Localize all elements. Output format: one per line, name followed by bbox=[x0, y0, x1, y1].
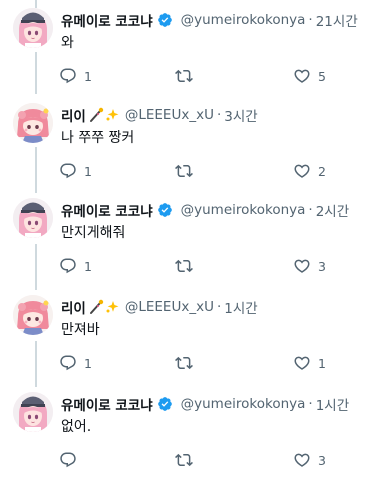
heart-icon bbox=[293, 354, 311, 372]
kokonya-avatar[interactable] bbox=[13, 8, 53, 48]
handle[interactable]: @yumeirokokonya bbox=[181, 202, 306, 218]
like-button[interactable]: 2 bbox=[293, 161, 326, 181]
separator-dot: · bbox=[216, 107, 222, 123]
kokonya-avatar[interactable] bbox=[13, 198, 53, 238]
tweet[interactable]: 유메이로 코코냐 @yumeirokokonya · 2시간 만지게해줘 1 3 bbox=[0, 198, 374, 293]
separator-dot: · bbox=[308, 202, 313, 218]
like-count: 2 bbox=[318, 163, 326, 179]
reply-icon bbox=[59, 354, 77, 372]
reply-button[interactable]: 1 bbox=[59, 66, 92, 86]
action-bar: 1 2 bbox=[55, 161, 374, 181]
riiyi-avatar[interactable] bbox=[13, 103, 53, 143]
like-button[interactable]: 1 bbox=[293, 353, 326, 373]
heart-icon bbox=[293, 67, 311, 85]
timestamp[interactable]: 3시간 bbox=[224, 105, 257, 125]
retweet-button[interactable] bbox=[175, 161, 200, 181]
timestamp[interactable]: 1시간 bbox=[316, 394, 349, 414]
tweet-header: 유메이로 코코냐 @yumeirokokonya · 2시간 bbox=[61, 200, 368, 220]
like-count: 3 bbox=[318, 452, 326, 468]
display-name[interactable]: 리이 bbox=[61, 297, 86, 317]
action-bar: 3 bbox=[55, 450, 374, 470]
retweet-button[interactable] bbox=[175, 353, 200, 373]
reply-icon bbox=[59, 257, 77, 275]
handle[interactable]: @yumeirokokonya bbox=[181, 396, 306, 412]
action-bar: 1 3 bbox=[55, 256, 374, 276]
reply-count: 1 bbox=[84, 163, 92, 179]
tweet[interactable]: 유메이로 코코냐 @yumeirokokonya · 1시간 없어. 3 bbox=[0, 392, 374, 487]
reply-count: 1 bbox=[84, 68, 92, 84]
timestamp[interactable]: 1시간 bbox=[224, 297, 257, 317]
handle[interactable]: @yumeirokokonya bbox=[181, 12, 306, 28]
tweet-text: 없어. bbox=[61, 419, 92, 435]
like-count: 1 bbox=[318, 355, 326, 371]
heart-icon bbox=[293, 257, 311, 275]
tweet-text: 만지게해줘 bbox=[61, 225, 126, 241]
retweet-button[interactable] bbox=[175, 66, 200, 86]
wand-sparkle-emoji bbox=[89, 299, 121, 315]
tweet-text: 와 bbox=[61, 35, 74, 51]
retweet-icon bbox=[175, 354, 193, 372]
handle[interactable]: @LEEEUx_xU bbox=[125, 107, 214, 123]
retweet-button[interactable] bbox=[175, 256, 200, 276]
tweet-text: 나 쭈쭈 짱커 bbox=[61, 130, 135, 146]
reply-count: 1 bbox=[84, 355, 92, 371]
reply-count: 1 bbox=[84, 258, 92, 274]
heart-icon bbox=[293, 451, 311, 469]
display-name[interactable]: 유메이로 코코냐 bbox=[61, 200, 153, 220]
retweet-icon bbox=[175, 451, 193, 469]
tweet-header: 리이 @LEEEUx_xU · 1시간 bbox=[61, 297, 368, 317]
tweet[interactable]: 리이 @LEEEUx_xU · 1시간 만져바 1 1 bbox=[0, 295, 374, 390]
riiyi-avatar[interactable] bbox=[13, 295, 53, 335]
separator-dot: · bbox=[308, 396, 313, 412]
timestamp[interactable]: 21시간 bbox=[316, 10, 358, 30]
retweet-icon bbox=[175, 67, 193, 85]
verified-badge-icon bbox=[157, 396, 173, 412]
reply-icon bbox=[59, 451, 77, 469]
separator-dot: · bbox=[308, 12, 313, 28]
retweet-icon bbox=[175, 162, 193, 180]
tweet-header: 유메이로 코코냐 @yumeirokokonya · 1시간 bbox=[61, 394, 368, 414]
retweet-icon bbox=[175, 257, 193, 275]
retweet-button[interactable] bbox=[175, 450, 200, 470]
reply-button[interactable]: 1 bbox=[59, 353, 92, 373]
tweet-text: 만져바 bbox=[61, 322, 100, 338]
reply-button[interactable]: 1 bbox=[59, 161, 92, 181]
timestamp[interactable]: 2시간 bbox=[316, 200, 349, 220]
reply-icon bbox=[59, 67, 77, 85]
handle[interactable]: @LEEEUx_xU bbox=[125, 299, 214, 315]
heart-icon bbox=[293, 162, 311, 180]
reply-button[interactable]: 1 bbox=[59, 256, 92, 276]
thread-line bbox=[35, 0, 37, 8]
wand-sparkle-emoji bbox=[89, 107, 121, 123]
like-count: 3 bbox=[318, 258, 326, 274]
tweet[interactable]: 유메이로 코코냐 @yumeirokokonya · 21시간 와 1 5 bbox=[0, 8, 374, 103]
like-count: 5 bbox=[318, 68, 326, 84]
separator-dot: · bbox=[216, 299, 222, 315]
display-name[interactable]: 리이 bbox=[61, 105, 86, 125]
display-name[interactable]: 유메이로 코코냐 bbox=[61, 10, 153, 30]
reply-button[interactable] bbox=[59, 450, 84, 470]
tweet-header: 유메이로 코코냐 @yumeirokokonya · 21시간 bbox=[61, 10, 368, 30]
action-bar: 1 5 bbox=[55, 66, 374, 86]
verified-badge-icon bbox=[157, 12, 173, 28]
verified-badge-icon bbox=[157, 202, 173, 218]
like-button[interactable]: 3 bbox=[293, 450, 326, 470]
display-name[interactable]: 유메이로 코코냐 bbox=[61, 394, 153, 414]
kokonya-avatar[interactable] bbox=[13, 392, 53, 432]
like-button[interactable]: 5 bbox=[293, 66, 326, 86]
action-bar: 1 1 bbox=[55, 353, 374, 373]
reply-icon bbox=[59, 162, 77, 180]
tweet-header: 리이 @LEEEUx_xU · 3시간 bbox=[61, 105, 368, 125]
tweet[interactable]: 리이 @LEEEUx_xU · 3시간 나 쭈쭈 짱커 1 2 bbox=[0, 103, 374, 198]
like-button[interactable]: 3 bbox=[293, 256, 326, 276]
